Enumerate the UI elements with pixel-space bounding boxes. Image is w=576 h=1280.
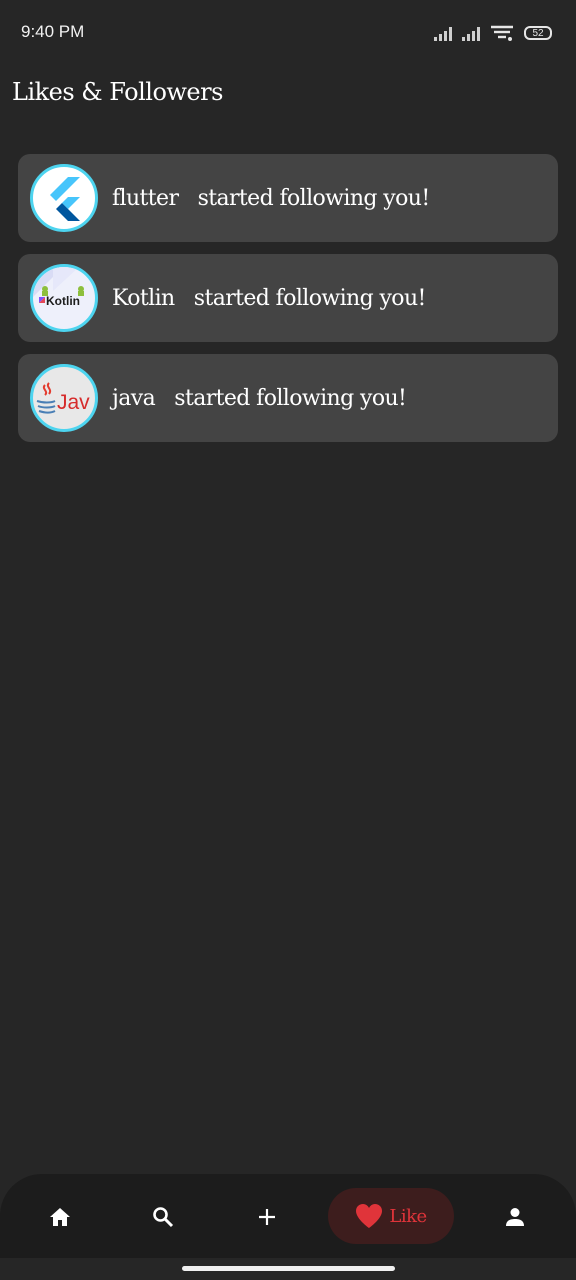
battery-icon: 52 — [524, 26, 552, 40]
list-item[interactable]: flutter started following you! — [18, 154, 558, 242]
bottom-nav: Like — [0, 1174, 576, 1258]
flutter-logo-icon — [50, 177, 80, 221]
flutter-avatar[interactable] — [30, 164, 98, 232]
nav-search-button[interactable] — [148, 1202, 178, 1232]
battery-level: 52 — [532, 27, 544, 39]
kotlin-logo-text: Kotlin — [46, 294, 80, 308]
page-title: Likes & Followers — [12, 78, 223, 106]
java-avatar[interactable]: Jav — [30, 364, 98, 432]
status-time: 9:40 PM — [21, 22, 85, 41]
nav-home-button[interactable] — [45, 1202, 75, 1232]
home-indicator[interactable] — [182, 1266, 395, 1271]
nav-like-label: Like — [389, 1205, 427, 1227]
wifi-icon — [491, 25, 513, 41]
notification-text: Kotlin started following you! — [112, 286, 426, 311]
nav-add-button[interactable] — [252, 1202, 282, 1232]
plus-icon — [259, 1209, 275, 1225]
nav-like-button[interactable]: Like — [328, 1188, 454, 1244]
notification-user: Kotlin — [112, 285, 175, 311]
search-icon — [153, 1207, 174, 1228]
notification-text: java started following you! — [112, 385, 407, 411]
signal-icon — [462, 26, 480, 41]
notification-message: started following you! — [197, 185, 431, 211]
status-bar: 9:40 PM 52 — [0, 0, 576, 66]
notification-text: flutter started following you! — [112, 186, 430, 211]
kotlin-logo-icon: Kotlin — [33, 267, 84, 308]
signal-icon — [434, 26, 452, 41]
person-icon — [506, 1208, 524, 1226]
list-item[interactable]: Jav java started following you! — [18, 354, 558, 442]
notification-user: java — [112, 385, 156, 411]
home-icon — [50, 1208, 70, 1226]
heart-icon — [356, 1204, 383, 1228]
java-logo-text: Jav — [57, 391, 90, 414]
notification-list: flutter started following you! Kotlin Ko… — [18, 154, 558, 454]
notification-message: started following you! — [174, 385, 407, 411]
nav-profile-button[interactable] — [500, 1202, 530, 1232]
java-logo-icon: Jav — [36, 382, 90, 414]
notification-user: flutter — [112, 185, 179, 211]
list-item[interactable]: Kotlin Kotlin started following you! — [18, 254, 558, 342]
status-icons: 52 — [434, 24, 552, 42]
kotlin-avatar[interactable]: Kotlin — [30, 264, 98, 332]
notification-message: started following you! — [193, 285, 427, 311]
